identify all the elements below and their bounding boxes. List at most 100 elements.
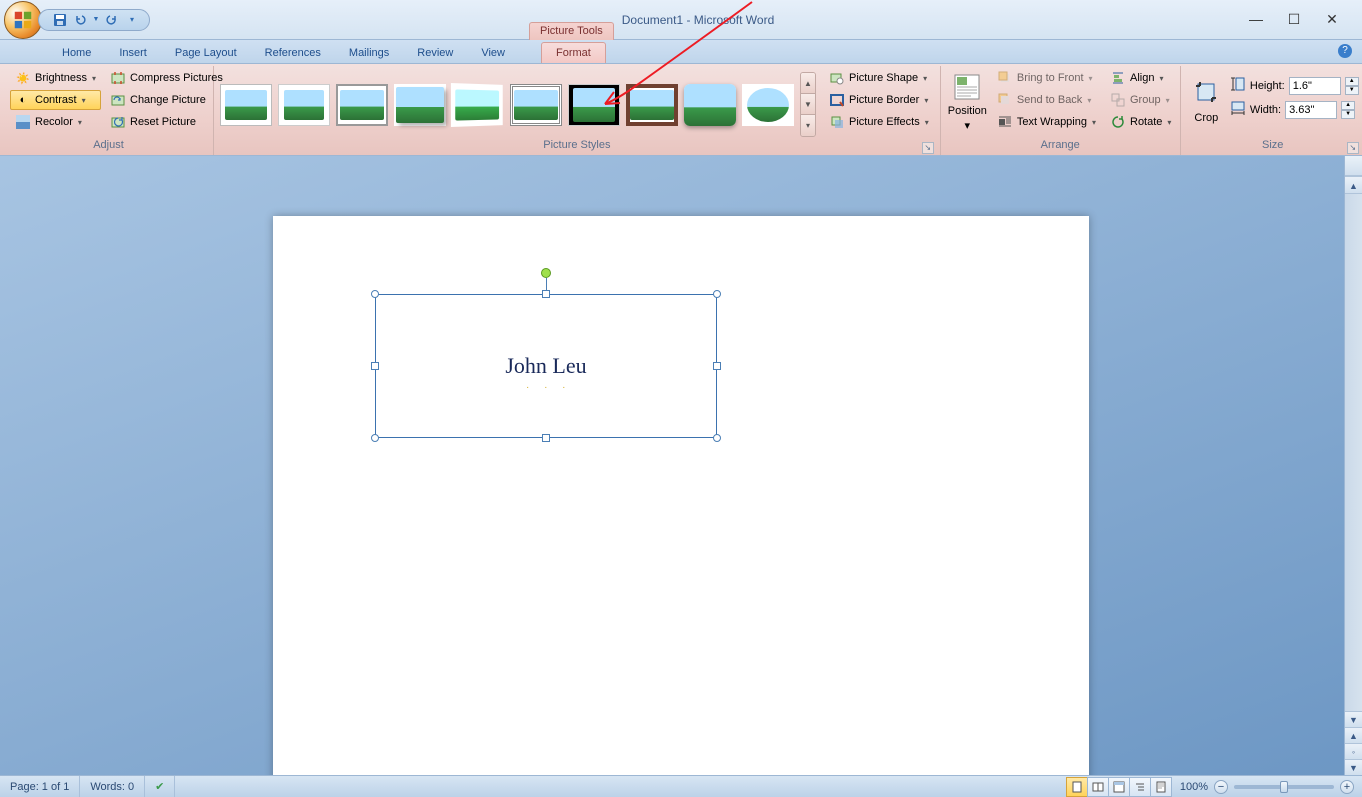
position-label: Position bbox=[948, 105, 987, 117]
status-proofing[interactable]: ✔ bbox=[145, 776, 175, 797]
style-thumb-1[interactable] bbox=[220, 84, 272, 126]
style-thumb-10[interactable] bbox=[742, 84, 794, 126]
style-thumb-2[interactable] bbox=[278, 84, 330, 126]
undo-dropdown-icon[interactable]: ▼ bbox=[93, 13, 99, 27]
height-input[interactable] bbox=[1289, 77, 1341, 95]
tab-view[interactable]: View bbox=[467, 43, 519, 63]
undo-icon[interactable] bbox=[73, 13, 87, 27]
ribbon-tabs: Home Insert Page Layout References Maili… bbox=[0, 40, 1362, 64]
full-screen-view-icon[interactable] bbox=[1087, 777, 1109, 797]
brightness-icon: ☀️ bbox=[15, 70, 31, 86]
minimize-button[interactable]: — bbox=[1246, 11, 1266, 28]
picture-effects-button[interactable]: Picture Effects▾ bbox=[824, 112, 934, 132]
rotate-handle[interactable] bbox=[541, 268, 551, 278]
next-page-icon[interactable]: ▼ bbox=[1345, 759, 1362, 775]
prev-page-icon[interactable]: ▲ bbox=[1345, 727, 1362, 743]
scroll-down-icon[interactable]: ▼ bbox=[1345, 711, 1362, 727]
reset-picture-button[interactable]: Reset Picture bbox=[105, 112, 228, 132]
picture-border-button[interactable]: Picture Border▾ bbox=[824, 90, 934, 110]
recolor-icon bbox=[15, 114, 31, 130]
handle-t[interactable] bbox=[542, 290, 550, 298]
status-page[interactable]: Page: 1 of 1 bbox=[0, 776, 80, 797]
web-layout-view-icon[interactable] bbox=[1108, 777, 1130, 797]
style-thumb-3[interactable] bbox=[336, 84, 388, 126]
save-icon[interactable] bbox=[53, 13, 67, 27]
brightness-button[interactable]: ☀️Brightness▾ bbox=[10, 68, 101, 88]
style-thumb-4[interactable] bbox=[394, 84, 446, 126]
tab-insert[interactable]: Insert bbox=[105, 43, 161, 63]
compress-icon bbox=[110, 70, 126, 86]
outline-view-icon[interactable] bbox=[1129, 777, 1151, 797]
crop-button[interactable]: Crop bbox=[1187, 68, 1226, 134]
align-button[interactable]: Align▾ bbox=[1105, 68, 1176, 88]
picture-shape-button[interactable]: Picture Shape▾ bbox=[824, 68, 934, 88]
redo-icon[interactable] bbox=[105, 13, 119, 27]
gallery-more-icon[interactable]: ▾ bbox=[801, 115, 815, 136]
reset-picture-icon bbox=[110, 114, 126, 130]
gallery-up-icon[interactable]: ▲ bbox=[801, 73, 815, 94]
handle-tr[interactable] bbox=[713, 290, 721, 298]
bring-to-front-button[interactable]: Bring to Front▾ bbox=[992, 68, 1101, 88]
maximize-button[interactable]: ☐ bbox=[1284, 11, 1304, 28]
zoom-out-button[interactable]: − bbox=[1214, 780, 1228, 794]
tab-references[interactable]: References bbox=[251, 43, 335, 63]
status-words[interactable]: Words: 0 bbox=[80, 776, 145, 797]
picture-border-icon bbox=[829, 92, 845, 108]
styles-launcher-icon[interactable]: ↘ bbox=[922, 142, 934, 154]
size-launcher-icon[interactable]: ↘ bbox=[1347, 142, 1359, 154]
text-wrap-label: Text Wrapping bbox=[1017, 116, 1087, 128]
print-layout-view-icon[interactable] bbox=[1066, 777, 1088, 797]
compress-pictures-button[interactable]: Compress Pictures bbox=[105, 68, 228, 88]
tab-review[interactable]: Review bbox=[403, 43, 467, 63]
tab-page-layout[interactable]: Page Layout bbox=[161, 43, 251, 63]
signature-dots: · · · bbox=[526, 382, 572, 393]
ruler-toggle[interactable] bbox=[1345, 156, 1362, 176]
height-spinner[interactable]: ▲▼ bbox=[1345, 77, 1359, 95]
gallery-down-icon[interactable]: ▼ bbox=[801, 94, 815, 115]
rotate-button[interactable]: Rotate▾ bbox=[1105, 112, 1176, 132]
change-picture-button[interactable]: Change Picture bbox=[105, 90, 228, 110]
handle-l[interactable] bbox=[371, 362, 379, 370]
group-button[interactable]: Group▾ bbox=[1105, 90, 1176, 110]
send-to-back-button[interactable]: Send to Back▾ bbox=[992, 90, 1101, 110]
help-icon[interactable]: ? bbox=[1338, 44, 1352, 58]
office-button[interactable] bbox=[4, 1, 42, 39]
text-wrapping-button[interactable]: Text Wrapping▾ bbox=[992, 112, 1101, 132]
width-input[interactable] bbox=[1285, 101, 1337, 119]
handle-b[interactable] bbox=[542, 434, 550, 442]
position-icon bbox=[951, 71, 983, 103]
tab-mailings[interactable]: Mailings bbox=[335, 43, 403, 63]
scroll-up-icon[interactable]: ▲ bbox=[1345, 176, 1362, 194]
page[interactable]: John Leu · · · bbox=[273, 216, 1089, 775]
handle-bl[interactable] bbox=[371, 434, 379, 442]
handle-tl[interactable] bbox=[371, 290, 379, 298]
contrast-button[interactable]: ◐Contrast▾ bbox=[10, 90, 101, 110]
zoom-in-button[interactable]: + bbox=[1340, 780, 1354, 794]
group-icon bbox=[1110, 92, 1126, 108]
style-thumb-9[interactable] bbox=[684, 84, 736, 126]
handle-r[interactable] bbox=[713, 362, 721, 370]
width-spinner[interactable]: ▲▼ bbox=[1341, 101, 1355, 119]
style-thumb-8[interactable] bbox=[626, 84, 678, 126]
handle-br[interactable] bbox=[713, 434, 721, 442]
recolor-button[interactable]: Recolor▾ bbox=[10, 112, 101, 132]
tab-home[interactable]: Home bbox=[48, 43, 105, 63]
tab-format[interactable]: Format bbox=[541, 42, 606, 63]
zoom-level[interactable]: 100% bbox=[1180, 781, 1208, 793]
draft-view-icon[interactable] bbox=[1150, 777, 1172, 797]
position-button[interactable]: Position▾ bbox=[947, 68, 988, 134]
quick-access-toolbar: ▼ ▾ bbox=[38, 9, 150, 31]
style-thumb-5[interactable] bbox=[451, 83, 503, 127]
picture-shape-icon bbox=[829, 70, 845, 86]
align-icon bbox=[1110, 70, 1126, 86]
style-thumb-6[interactable] bbox=[510, 84, 562, 126]
close-button[interactable]: ✕ bbox=[1322, 11, 1342, 28]
browse-object-icon[interactable]: ◦ bbox=[1345, 743, 1362, 759]
vertical-scrollbar[interactable]: ▲ ▼ ▲ ◦ ▼ bbox=[1344, 156, 1362, 775]
qat-customize-icon[interactable]: ▾ bbox=[125, 13, 139, 27]
zoom-slider[interactable] bbox=[1234, 785, 1334, 789]
signature-text: John Leu bbox=[505, 353, 586, 379]
selected-picture[interactable]: John Leu · · · bbox=[367, 286, 725, 446]
style-thumb-7[interactable] bbox=[568, 84, 620, 126]
picture-effects-icon bbox=[829, 114, 845, 130]
